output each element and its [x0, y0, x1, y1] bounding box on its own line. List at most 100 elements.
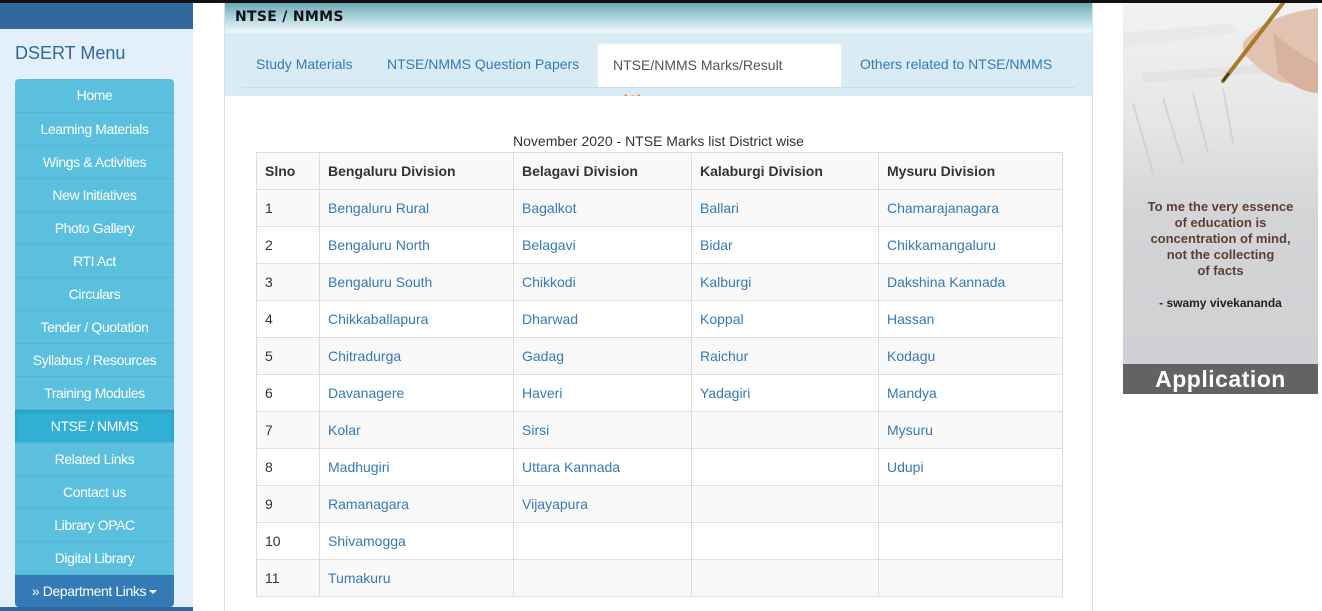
sidebar-item-home[interactable]: Home: [15, 79, 174, 112]
district-cell: Dakshina Kannada: [878, 263, 1063, 301]
table-row: 7 Kolar Sirsi Mysuru: [256, 411, 1063, 449]
slno-cell: 1: [256, 189, 320, 227]
slno-cell: 11: [256, 559, 320, 597]
district-link[interactable]: Belagavi: [522, 237, 576, 253]
district-cell: Koppal: [691, 300, 879, 338]
district-link[interactable]: Bengaluru Rural: [328, 200, 429, 216]
sidebar-item-contact-us[interactable]: Contact us: [15, 475, 174, 508]
tab-marks-result-label: NTSE/NMMS Marks/Result: [613, 57, 783, 73]
district-link[interactable]: Koppal: [700, 311, 744, 327]
district-link[interactable]: Yadagiri: [700, 385, 750, 401]
sidebar: DSERT Menu Home Learning Materials Wings…: [0, 3, 193, 611]
table-row: 8 Madhugiri Uttara Kannada Udupi: [256, 448, 1063, 486]
sidebar-item-library-opac[interactable]: Library OPAC: [15, 508, 174, 541]
sidebar-item-new-initiatives[interactable]: New Initiatives: [15, 178, 174, 211]
sidebar-item-related-links[interactable]: Related Links: [15, 442, 174, 475]
quote-line: of education is: [1174, 215, 1267, 230]
district-link[interactable]: Uttara Kannada: [522, 459, 620, 475]
quote-text: To me the very essence of education is c…: [1123, 199, 1318, 279]
sidebar-item-wings-activities[interactable]: Wings & Activities: [15, 145, 174, 178]
district-link[interactable]: Chikkaballapura: [328, 311, 428, 327]
district-link[interactable]: Dharwad: [522, 311, 578, 327]
district-link[interactable]: Bengaluru South: [328, 274, 432, 290]
tab-marks-result[interactable]: NTSE/NMMS Marks/Result New: [597, 43, 842, 112]
table-row: 1 Bengaluru Rural Bagalkot Ballari Chamaraja…: [256, 189, 1063, 227]
slno-cell: 7: [256, 411, 320, 449]
district-link[interactable]: Haveri: [522, 385, 562, 401]
tab-study-materials[interactable]: Study Materials: [241, 43, 367, 85]
district-cell: Ramanagara: [319, 485, 514, 523]
sidebar-item-training-modules[interactable]: Training Modules: [15, 376, 174, 409]
sidebar-item-circulars[interactable]: Circulars: [15, 277, 174, 310]
sidebar-item-syllabus-resources[interactable]: Syllabus / Resources: [15, 343, 174, 376]
tab-bar: Study Materials NTSE/NMMS Question Paper…: [225, 30, 1092, 112]
district-cell: [878, 485, 1063, 523]
writing-hand-image: [1123, 3, 1318, 174]
slno-cell: 10: [256, 522, 320, 560]
sidebar-item-photo-gallery[interactable]: Photo Gallery: [15, 211, 174, 244]
quote-banner: To me the very essence of education is c…: [1123, 3, 1318, 394]
district-cell: [691, 485, 879, 523]
district-cell: Kolar: [319, 411, 514, 449]
district-cell: [878, 522, 1063, 560]
district-cell: Raichur: [691, 337, 879, 375]
header-kalaburgi-division: Kalaburgi Division: [691, 152, 879, 190]
district-link[interactable]: Raichur: [700, 348, 748, 364]
tab-others[interactable]: Others related to NTSE/NMMS: [845, 43, 1067, 85]
district-link[interactable]: Madhugiri: [328, 459, 389, 475]
district-cell: Bengaluru South: [319, 263, 514, 301]
table-row: 3 Bengaluru South Chikkodi Kalburgi Dakshina…: [256, 263, 1063, 301]
sidebar-item-learning-materials[interactable]: Learning Materials: [15, 112, 174, 145]
district-cell: Bagalkot: [513, 189, 692, 227]
sidebar-item-digital-library[interactable]: Digital Library: [15, 541, 174, 574]
slno-cell: 3: [256, 263, 320, 301]
district-link[interactable]: Tumakuru: [328, 570, 391, 586]
district-cell: [513, 522, 692, 560]
sidebar-footer-bar: [0, 607, 193, 611]
table-header-row: Slno Bengaluru Division Belagavi Divisio…: [256, 152, 1063, 190]
sidebar-item-ntse-nmms[interactable]: NTSE / NMMS: [15, 409, 174, 442]
sidebar-item-rti-act[interactable]: RTI Act: [15, 244, 174, 277]
district-link[interactable]: Hassan: [887, 311, 934, 327]
district-cell: Shivamogga: [319, 522, 514, 560]
district-link[interactable]: Shivamogga: [328, 533, 406, 549]
table-row: 2 Bengaluru North Belagavi Bidar Chikkamanga…: [256, 226, 1063, 264]
district-link[interactable]: Chikkamangaluru: [887, 237, 996, 253]
district-link[interactable]: Davanagere: [328, 385, 404, 401]
district-link[interactable]: Mandya: [887, 385, 937, 401]
district-cell: Belagavi: [513, 226, 692, 264]
application-button[interactable]: Application: [1123, 364, 1318, 394]
district-cell: Bengaluru Rural: [319, 189, 514, 227]
district-cell: Yadagiri: [691, 374, 879, 412]
district-link[interactable]: Bengaluru North: [328, 237, 430, 253]
district-link[interactable]: Vijayapura: [522, 496, 588, 512]
tab-question-papers[interactable]: NTSE/NMMS Question Papers: [372, 43, 594, 85]
district-link[interactable]: Kodagu: [887, 348, 935, 364]
district-link[interactable]: Udupi: [887, 459, 924, 475]
district-link[interactable]: Chitradurga: [328, 348, 401, 364]
header-mysuru-division: Mysuru Division: [878, 152, 1063, 190]
district-link[interactable]: Dakshina Kannada: [887, 274, 1005, 290]
sidebar-item-tender-quotation[interactable]: Tender / Quotation: [15, 310, 174, 343]
district-cell: Sirsi: [513, 411, 692, 449]
district-link[interactable]: Kalburgi: [700, 274, 751, 290]
district-link[interactable]: Sirsi: [522, 422, 549, 438]
district-cell: Vijayapura: [513, 485, 692, 523]
district-link[interactable]: Bidar: [700, 237, 733, 253]
department-links-dropdown[interactable]: » Department Links: [15, 574, 174, 607]
slno-cell: 9: [256, 485, 320, 523]
district-link[interactable]: Mysuru: [887, 422, 933, 438]
district-cell: Bengaluru North: [319, 226, 514, 264]
district-link[interactable]: Ballari: [700, 200, 739, 216]
district-link[interactable]: Kolar: [328, 422, 361, 438]
district-link[interactable]: Chamarajanagara: [887, 200, 999, 216]
marks-table: Slno Bengaluru Division Belagavi Divisio…: [256, 152, 1063, 597]
district-cell: Kalburgi: [691, 263, 879, 301]
district-link[interactable]: Ramanagara: [328, 496, 409, 512]
district-link[interactable]: Chikkodi: [522, 274, 576, 290]
slno-cell: 5: [256, 337, 320, 375]
district-cell: Bidar: [691, 226, 879, 264]
district-link[interactable]: Bagalkot: [522, 200, 576, 216]
main-panel: NTSE / NMMS Study Materials NTSE/NMMS Qu…: [224, 3, 1093, 611]
district-link[interactable]: Gadag: [522, 348, 564, 364]
